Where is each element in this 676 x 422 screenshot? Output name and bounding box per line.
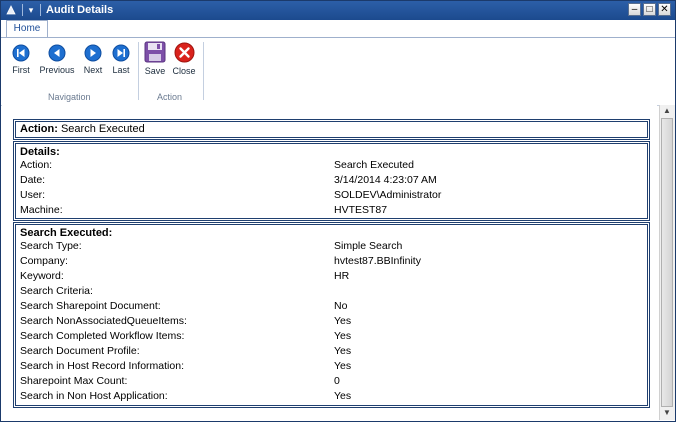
scrollbar-thumb[interactable] [661,118,673,407]
search-key: Sharepoint Max Count: [20,375,128,387]
toolbar-separator [40,4,41,16]
search-row: Search Completed Workflow Items: Yes [16,329,647,344]
detail-value: 3/14/2014 4:23:07 AM [334,174,437,186]
search-executed-box: Search Executed: Search Type: Simple Sear… [13,222,650,408]
search-value: hvtest87.BBInfinity [334,255,421,267]
search-value: Simple Search [334,240,403,252]
audit-content: Action: Search Executed Details: Action:… [2,105,657,420]
search-key: Search NonAssociatedQueueItems: [20,315,187,327]
vertical-scrollbar[interactable]: ▲ ▼ [659,105,675,420]
title-bar: ▾ Audit Details – □ ✕ [1,1,675,20]
scroll-down-icon[interactable]: ▼ [663,408,671,417]
last-label: Last [112,65,130,75]
toolbar-separator [22,4,23,16]
audit-details-window: ▾ Audit Details – □ ✕ Home First Previou… [0,0,676,422]
search-key: Company: [20,255,68,267]
search-value: Yes [334,330,352,342]
detail-key: Machine: [20,204,63,216]
scroll-up-icon[interactable]: ▲ [663,106,671,115]
group-separator [203,42,204,100]
close-button[interactable]: Close [172,42,196,76]
search-key: Search in Non Host Application: [20,390,168,402]
detail-value: Search Executed [334,159,414,171]
search-row: Search in Host Record Information: Yes [16,359,647,374]
detail-row: Machine: HVTEST87 [16,203,647,218]
detail-value: HVTEST87 [334,204,388,216]
detail-value: SOLDEV\Administrator [334,189,442,201]
detail-key: Action: [20,159,53,171]
details-title: Details: [20,146,60,158]
first-button[interactable]: First [7,44,35,75]
search-key: Keyword: [20,270,64,282]
detail-row: Action: Search Executed [16,158,647,173]
close-icon [174,42,194,63]
search-value: Yes [334,315,352,327]
first-label: First [12,65,30,75]
action-group-label: Action [157,92,183,102]
search-value: Yes [334,390,352,402]
save-button[interactable]: Save [143,41,167,76]
previous-icon [48,44,66,62]
app-icon [6,5,16,15]
previous-button[interactable]: Previous [38,44,76,75]
search-key: Search Sharepoint Document: [20,300,161,312]
action-label: Action: [20,123,58,135]
search-key: Search Completed Workflow Items: [20,330,185,342]
search-value: Yes [334,345,352,357]
window-title: Audit Details [46,4,114,16]
search-row: Search Document Profile: Yes [16,344,647,359]
previous-label: Previous [39,65,75,75]
search-row: Search NonAssociatedQueueItems: Yes [16,314,647,329]
search-row: Keyword: HR [16,269,647,284]
detail-row: User: SOLDEV\Administrator [16,188,647,203]
next-button[interactable]: Next [80,44,106,75]
group-separator [138,42,139,100]
save-label: Save [144,66,166,76]
last-button[interactable]: Last [109,44,133,75]
action-line: Action: Search Executed [20,123,145,135]
search-value: 0 [334,375,340,387]
search-row: Search Criteria: [16,284,647,299]
search-row: Sharepoint Max Count: 0 [16,374,647,389]
search-value: No [334,300,348,312]
search-key: Search in Host Record Information: [20,360,184,372]
last-icon [112,44,130,62]
next-label: Next [83,65,103,75]
search-row: Search Type: Simple Search [16,239,647,254]
quick-access-dropdown-icon[interactable]: ▾ [25,3,37,17]
save-icon [144,41,166,63]
navigation-group-label: Navigation [48,92,91,102]
first-icon [12,44,30,62]
ribbon: First Previous Next Last Navigation Save… [1,37,675,106]
search-value: Yes [334,360,352,372]
search-title: Search Executed: [20,227,113,239]
details-box: Details: Action: Search Executed Date: 3/1… [13,141,650,221]
detail-key: Date: [20,174,46,186]
minimize-button[interactable]: – [628,3,641,16]
maximize-button[interactable]: □ [643,3,656,16]
search-key: Search Type: [20,240,82,252]
search-row: Search Sharepoint Document: No [16,299,647,314]
close-window-button[interactable]: ✕ [658,3,671,16]
detail-row: Date: 3/14/2014 4:23:07 AM [16,173,647,188]
tab-home[interactable]: Home [6,20,48,37]
close-label: Close [172,66,196,76]
search-row: Search in Non Host Application: Yes [16,389,647,404]
search-key: Search Document Profile: [20,345,140,357]
search-value: HR [334,270,350,282]
detail-key: User: [20,189,46,201]
ribbon-tab-strip [1,20,675,37]
action-value: Search Executed [60,123,145,135]
search-key: Search Criteria: [20,285,93,297]
search-row: Company: hvtest87.BBInfinity [16,254,647,269]
next-icon [84,44,102,62]
action-box: Action: Search Executed [13,119,650,140]
